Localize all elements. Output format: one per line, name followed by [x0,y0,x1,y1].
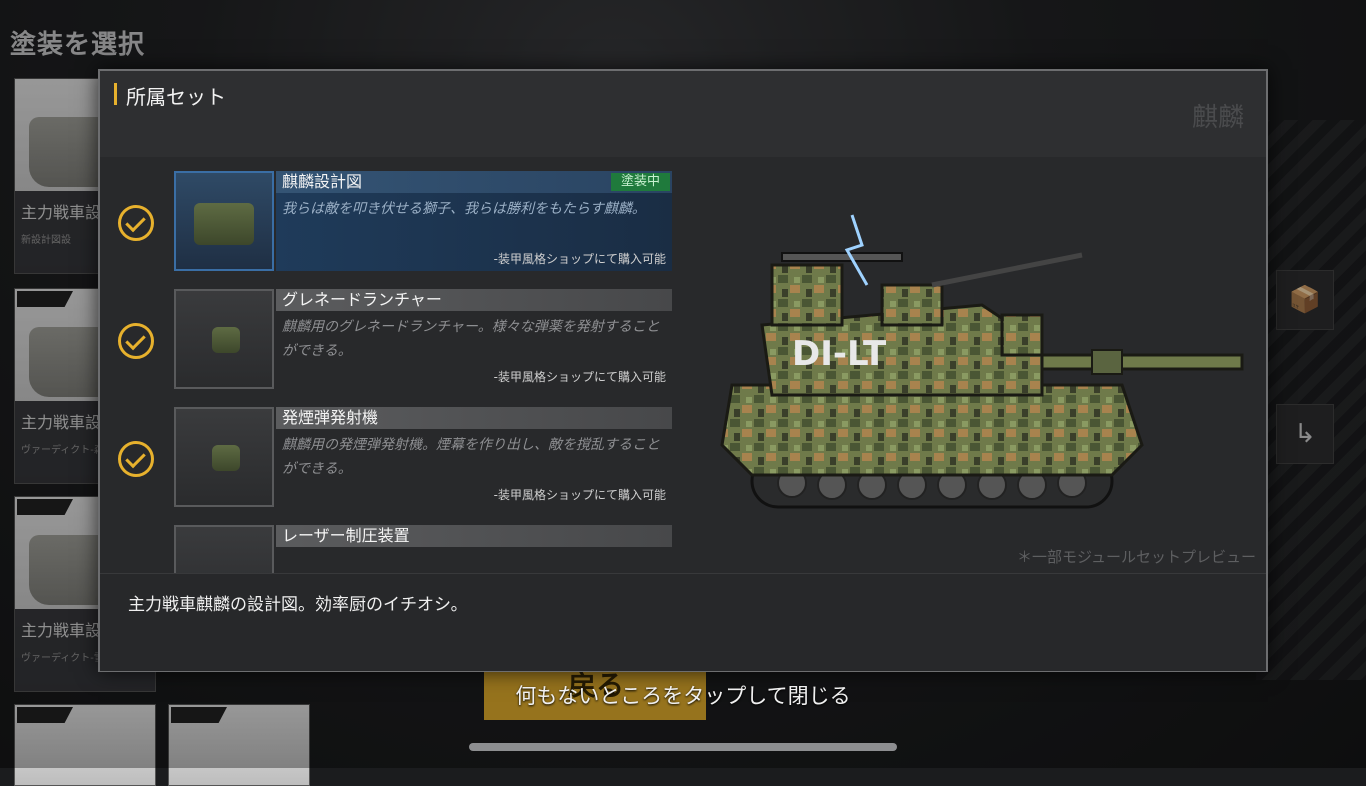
module-description: 我らは敵を叩き伏せる獅子、我らは勝利をもたらす麒麟。 [282,201,646,217]
module-row[interactable]: グレネードランチャー 麒麟用のグレネードランチャー。様々な弾薬を発射することがで… [100,289,680,393]
module-list[interactable]: 麒麟設計図 塗装中 我らは敵を叩き伏せる獅子、我らは勝利をもたらす麒麟。 -装甲… [100,155,680,573]
shop-note: -装甲風格ショップにて購入可能 [493,488,666,502]
set-description-text: 主力戦車麒麟の設計図。効率厨のイチオシ。 [128,595,468,615]
preview-note: ＊一部モジュールセットプレビュー [1017,548,1256,566]
tank-preview-image: DI-LT [720,214,1244,509]
tap-to-close-hint: 何もないところをタップして閉じる [515,684,851,708]
module-info: 発煙弾発射機 麒麟用の発煙弾発射機。煙幕を作り出し、敵を撹乱することができる。 … [276,407,672,507]
grenade-launcher-icon [212,327,240,353]
module-name: 発煙弾発射機 [282,408,379,427]
tank-icon [194,203,254,245]
shop-note: -装甲風格ショップにて購入可能 [493,370,666,384]
module-name: 麒麟設計図 [282,172,363,191]
shop-note: -装甲風格ショップにて購入可能 [493,252,666,266]
module-description: 麒麟用の発煙弾発射機。煙幕を作り出し、敵を撹乱することができる。 [282,437,660,477]
module-row[interactable]: レーザー制圧装置 [100,525,680,573]
module-name-bar: グレネードランチャー [276,289,672,311]
module-name-bar: 麒麟設計図 塗装中 [276,171,672,193]
module-thumbnail [174,289,274,389]
check-icon [118,323,154,359]
module-thumbnail [174,525,274,573]
module-name: レーザー制圧装置 [282,526,410,545]
modal-header: 所属セット 麒麟 [100,71,1266,157]
modal-title: 所属セット [126,85,226,109]
equipped-badge: 塗装中 [610,173,670,191]
module-info: 麒麟設計図 塗装中 我らは敵を叩き伏せる獅子、我らは勝利をもたらす麒麟。 -装甲… [276,171,672,271]
tank-preview: DI-LT ＊一部モジュールセットプレビュー [682,155,1266,573]
home-indicator[interactable] [469,743,897,751]
check-icon [118,205,154,241]
module-description: 麒麟用のグレネードランチャー。様々な弾薬を発射することができる。 [282,319,660,359]
module-name-bar: レーザー制圧装置 [276,525,672,547]
title-accent-bar [114,83,117,105]
check-icon [118,441,154,477]
svg-text:DI-LT: DI-LT [792,334,887,374]
module-row[interactable]: 麒麟設計図 塗装中 我らは敵を叩き伏せる獅子、我らは勝利をもたらす麒麟。 -装甲… [100,171,680,275]
module-info: レーザー制圧装置 [276,525,672,573]
module-thumbnail [174,407,274,507]
smoke-launcher-icon [212,445,240,471]
module-row[interactable]: 発煙弾発射機 麒麟用の発煙弾発射機。煙幕を作り出し、敵を撹乱することができる。 … [100,407,680,511]
set-name: 麒麟 [1191,103,1244,133]
module-thumbnail [174,171,274,271]
set-description: 主力戦車麒麟の設計図。効率厨のイチオシ。 [100,573,1266,671]
module-name: グレネードランチャー [282,290,442,309]
module-info: グレネードランチャー 麒麟用のグレネードランチャー。様々な弾薬を発射することがで… [276,289,672,389]
module-name-bar: 発煙弾発射機 [276,407,672,429]
set-info-modal: 所属セット 麒麟 麒麟設計図 塗装中 我らは敵を叩き伏せる獅子、我らは勝利をもた… [98,69,1268,672]
